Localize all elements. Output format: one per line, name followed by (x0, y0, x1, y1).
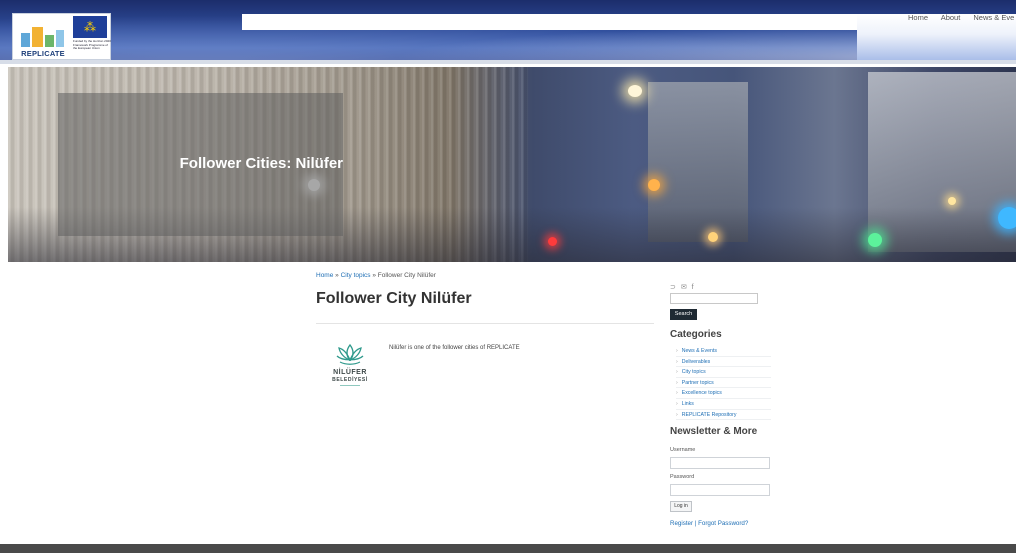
replicate-logo-text: REPLICATE (21, 49, 65, 58)
logo-building (21, 33, 30, 47)
search-input[interactable] (670, 293, 758, 304)
eu-flag-logo: ⁂ (73, 16, 107, 38)
neon-light (998, 207, 1016, 229)
header-divider (0, 60, 1016, 64)
password-label: Password (670, 474, 695, 480)
category-item-deliverables[interactable]: › Deliverables (676, 357, 771, 368)
footer-bar (0, 544, 1016, 553)
chevron-right-icon: › (676, 379, 678, 386)
street-light (948, 197, 956, 205)
logo-box[interactable]: REPLICATE ⁂ Funded by the Horizon 2020 F… (12, 13, 111, 60)
hero-title-box: Follower Cities: Nilüfer (58, 93, 343, 236)
categories-list: › News & Events › Deliverables › City topic… (676, 346, 771, 421)
register-link[interactable]: Register (670, 520, 693, 527)
logo-building (45, 35, 54, 47)
breadcrumb-separator: » (333, 272, 341, 279)
password-input[interactable] (670, 484, 770, 496)
site-header: REPLICATE ⁂ Funded by the Horizon 2020 F… (0, 0, 1016, 64)
category-label[interactable]: Deliverables (682, 359, 711, 365)
category-item-links[interactable]: › Links (676, 399, 771, 410)
category-item-city-topics[interactable]: › City topics (676, 367, 771, 378)
breadcrumb-home-link[interactable]: Home (316, 272, 333, 279)
nilufer-logo: NİLÜFER BELEDİYESİ (328, 342, 372, 396)
top-navigation: Home About News & Eve (908, 13, 1016, 27)
category-label[interactable]: City topics (682, 369, 706, 375)
search-button[interactable]: Search (670, 309, 697, 320)
street-light (648, 179, 660, 191)
category-label[interactable]: News & Events (682, 348, 717, 354)
newsletter-heading: Newsletter & More (670, 426, 758, 437)
breadcrumb: Home » City topics » Follower City Nilüf… (316, 272, 436, 279)
logo-subtitle-text: BELEDİYESİ (332, 377, 368, 383)
article-body: Nilüfer is one of the follower cities of… (389, 345, 520, 351)
category-item-partner-topics[interactable]: › Partner topics (676, 378, 771, 389)
breadcrumb-current: Follower City Nilüfer (377, 272, 436, 279)
street-light (628, 85, 642, 97)
category-label[interactable]: Excellence topics (682, 390, 722, 396)
categories-heading: Categories (670, 329, 722, 340)
username-input[interactable] (670, 457, 770, 469)
category-label[interactable]: REPLICATE Repository (682, 412, 737, 418)
chevron-right-icon: › (676, 390, 678, 397)
breadcrumb-section-link[interactable]: City topics (341, 272, 371, 279)
chevron-right-icon: › (676, 411, 678, 418)
nav-item-news-events[interactable]: News & Eve (973, 13, 1014, 22)
social-icons: ⊃ ✉ f (670, 283, 697, 291)
lotus-emblem-icon (336, 343, 364, 365)
logo-building (32, 27, 43, 47)
title-divider (316, 323, 654, 324)
category-label[interactable]: Links (682, 401, 694, 407)
chevron-right-icon: › (676, 369, 678, 376)
page-title: Follower City Nilüfer (316, 290, 472, 307)
nav-item-about[interactable]: About (941, 13, 961, 22)
eu-funding-text: Funded by the Horizon 2020 Framework Pro… (73, 39, 111, 51)
car-light (708, 232, 718, 242)
chevron-right-icon: › (676, 348, 678, 354)
eu-stars-icon: ⁂ (84, 20, 96, 34)
facebook-icon[interactable]: f (692, 284, 694, 291)
hero-title: Follower Cities: Nilüfer (179, 155, 343, 172)
replicate-logo[interactable]: REPLICATE (15, 16, 71, 58)
chevron-right-icon: › (676, 400, 678, 407)
traffic-light (868, 233, 882, 247)
email-icon[interactable]: ✉ (681, 284, 687, 291)
category-label[interactable]: Partner topics (682, 380, 714, 386)
rss-icon[interactable]: ⊃ (670, 284, 676, 291)
nav-item-home[interactable]: Home (908, 13, 928, 22)
logo-name-text: NİLÜFER (333, 369, 367, 376)
breadcrumb-separator: » (370, 272, 378, 279)
car-light (548, 237, 557, 246)
category-item-excellence-topics[interactable]: › Excellence topics (676, 388, 771, 399)
username-label: Username (670, 447, 696, 453)
logo-underline (340, 385, 360, 386)
logo-building (56, 30, 64, 47)
category-item-replicate-repository[interactable]: › REPLICATE Repository (676, 410, 771, 421)
account-links: Register | Forgot Password? (670, 520, 748, 527)
login-button[interactable]: Log in (670, 501, 692, 512)
chevron-right-icon: › (676, 358, 678, 365)
forgot-password-link[interactable]: Forgot Password? (698, 520, 748, 527)
category-item-news-events[interactable]: › News & Events (676, 346, 771, 357)
header-top-bar (242, 14, 857, 30)
